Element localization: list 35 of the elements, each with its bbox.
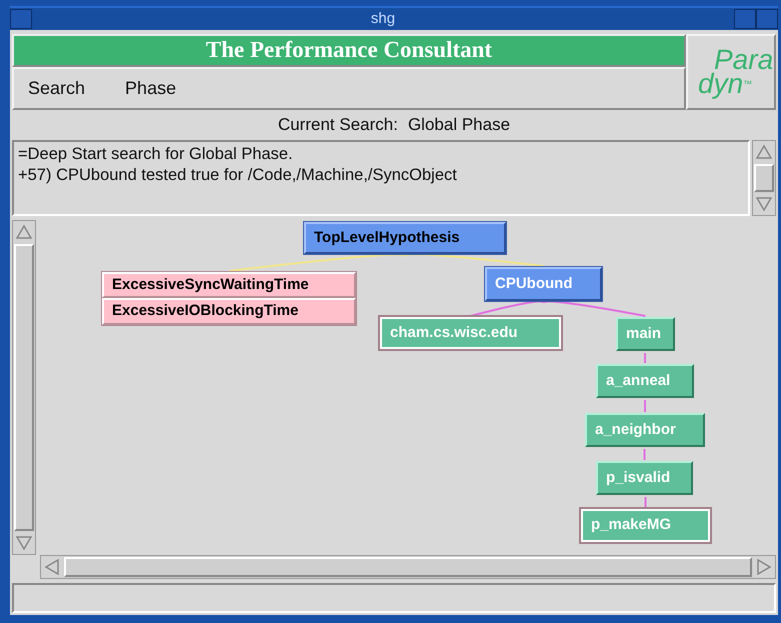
scroll-up-button[interactable] (753, 141, 775, 163)
scroll-up-button[interactable] (13, 221, 35, 243)
window-menu-button[interactable] (10, 9, 32, 29)
vertical-scrollbar[interactable] (752, 140, 776, 216)
hypothesis-node[interactable]: a_neighbor (585, 413, 705, 447)
hypothesis-node[interactable]: ExcessiveIOBlockingTime (102, 298, 356, 325)
hypothesis-node[interactable]: p_makeMG (581, 509, 710, 542)
hypothesis-node[interactable]: a_anneal (596, 364, 694, 398)
horizontal-scrollbar[interactable] (40, 555, 776, 579)
hypothesis-node[interactable]: TopLevelHypothesis (304, 222, 506, 254)
scroll-left-button[interactable] (41, 556, 63, 578)
scroll-right-button[interactable] (753, 556, 775, 578)
edge-line (644, 449, 646, 460)
hypothesis-node[interactable]: ExcessiveSyncWaitingTime (102, 272, 356, 298)
logo: Para dyn™ (686, 34, 776, 110)
app-title: The Performance Consultant (12, 34, 686, 67)
edge-line (644, 400, 646, 412)
scroll-down-button[interactable] (13, 532, 35, 554)
window-title: shg (370, 8, 396, 29)
hypothesis-node[interactable]: p_isvalid (596, 461, 693, 495)
menu-item[interactable]: Search (28, 75, 86, 102)
menu-item[interactable]: Phase (125, 75, 176, 102)
minimize-button[interactable] (734, 9, 756, 29)
edge-line (644, 497, 646, 508)
maximize-button[interactable] (756, 9, 778, 29)
current-search-value: Global Phase (408, 114, 510, 136)
current-search-label: Current Search: (278, 114, 398, 136)
log-line: +57) CPUbound tested true for /Code,/Machine,/SyncObject (18, 165, 458, 186)
scroll-down-button[interactable] (753, 193, 775, 215)
hypothesis-node[interactable]: CPUbound (485, 267, 602, 301)
edge-line (644, 353, 646, 363)
hypothesis-node[interactable]: main (616, 317, 675, 351)
hypothesis-node[interactable]: cham.cs.wisc.edu (380, 317, 561, 349)
log-line: =Deep Start search for Global Phase. (18, 144, 294, 165)
vertical-scrollbar[interactable] (12, 220, 36, 555)
